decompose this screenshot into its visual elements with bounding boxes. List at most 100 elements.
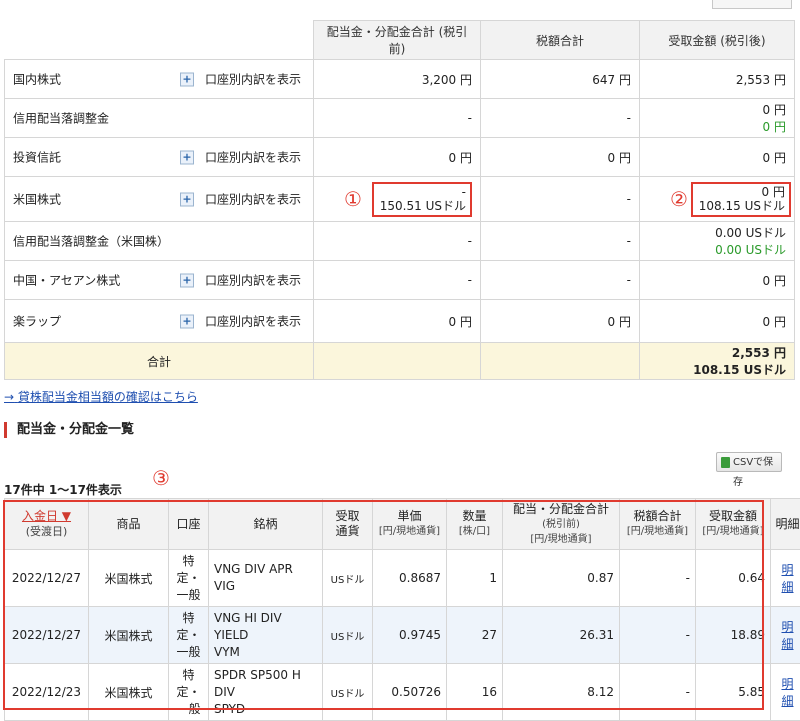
csv-file-icon xyxy=(721,457,730,468)
summary-row-investment-trust: 投資信託 + 口座別内訳を表示 0 円 0 円 0 円 xyxy=(5,138,795,177)
pretax-value: - xyxy=(314,222,481,261)
header-qty-label: 数量 xyxy=(462,509,486,523)
sort-by-date-link[interactable]: 入金日 ▼ xyxy=(22,509,71,523)
net-value: 0.00 USドル xyxy=(648,224,786,241)
row-account: 特 定・ 一般 xyxy=(169,664,209,721)
name-line: VNG DIV APR xyxy=(214,561,317,578)
expand-account-breakdown[interactable]: + 口座別内訳を表示 xyxy=(180,191,301,208)
header-tax-label: 税額合計 xyxy=(633,509,681,523)
pretax-value: 3,200 円 xyxy=(314,60,481,99)
pretax-value: - xyxy=(314,261,481,300)
row-pretax: 8.12 xyxy=(503,664,620,721)
row-product: 米国株式 xyxy=(89,550,169,607)
name-line: DIV xyxy=(214,684,317,701)
row-detail-link[interactable]: 明細 xyxy=(771,664,800,721)
row-detail-link[interactable]: 明細 xyxy=(771,607,800,664)
annotation-marker-2: ② xyxy=(670,189,688,209)
net-value-secondary: 0.00 USドル xyxy=(648,241,786,258)
plus-expand-icon[interactable]: + xyxy=(180,314,194,328)
highlight-box-2: 0 円 108.15 USドル xyxy=(691,182,791,217)
header-tax-sub: [円/現地通貨] xyxy=(623,524,692,539)
tax-value: 647 円 xyxy=(481,60,640,99)
summary-header-blank xyxy=(5,21,314,60)
row-currency: USドル xyxy=(323,550,373,607)
account-line: 特 xyxy=(174,667,203,684)
row-quantity: 16 xyxy=(447,664,503,721)
annotation-marker-1: ① xyxy=(344,189,362,209)
expand-label[interactable]: 口座別内訳を表示 xyxy=(205,191,301,208)
account-line: 一般 xyxy=(174,587,203,604)
expand-label[interactable]: 口座別内訳を表示 xyxy=(205,71,301,88)
expand-account-breakdown[interactable]: + 口座別内訳を表示 xyxy=(180,313,301,330)
tax-value: - xyxy=(481,177,640,222)
row-net: 0.64 xyxy=(696,550,771,607)
summary-header-row: 配当金・分配金合計 (税引前) 税額合計 受取金額 (税引後) xyxy=(5,21,795,60)
name-line: SPDR SP500 H xyxy=(214,667,317,684)
dividend-summary-table: 配当金・分配金合計 (税引前) 税額合計 受取金額 (税引後) 国内株式 + 口… xyxy=(4,20,795,380)
tax-value: - xyxy=(481,261,640,300)
expand-account-breakdown[interactable]: + 口座別内訳を表示 xyxy=(180,149,301,166)
list-row: 2022/12/27 米国株式 特 定・ 一般 VNG DIV APR VIG … xyxy=(5,550,800,607)
row-pretax: 0.87 xyxy=(503,550,620,607)
net-value: 0 円 xyxy=(640,261,795,300)
header-pretax-total: 配当金・分配金合計 (税引前) xyxy=(314,21,481,60)
header-currency: 受取 通貨 xyxy=(323,499,373,550)
expand-label[interactable]: 口座別内訳を表示 xyxy=(205,272,301,289)
header-detail: 明細 xyxy=(771,499,800,550)
summary-row-margin-adjustment: 信用配当落調整金 - - 0 円 0 円 xyxy=(5,99,795,138)
lending-link-text[interactable]: 貸株配当金相当額の確認はこちら xyxy=(18,390,198,404)
plus-expand-icon[interactable]: + xyxy=(180,192,194,206)
top-button-fragment[interactable] xyxy=(712,0,792,9)
header-date[interactable]: 入金日 ▼ (受渡日) xyxy=(5,499,89,550)
header-pretax-sub2: [円/現地通貨] xyxy=(506,532,616,547)
pretax-value: 0 円 xyxy=(314,138,481,177)
account-line: 定・ xyxy=(174,627,203,644)
expand-label[interactable]: 口座別内訳を表示 xyxy=(205,313,301,330)
summary-row-china-asean-stock: 中国・アセアン株式 + 口座別内訳を表示 - - 0 円 xyxy=(5,261,795,300)
expand-label[interactable]: 口座別内訳を表示 xyxy=(205,149,301,166)
row-detail-link[interactable]: 明細 xyxy=(771,550,800,607)
tax-value: 0 円 xyxy=(481,138,640,177)
section-title: 配当金・分配金一覧 xyxy=(4,422,134,438)
header-net-sub: [円/現地通貨] xyxy=(699,524,767,539)
net-value-secondary: 0 円 xyxy=(648,118,786,135)
category-name: 米国株式 xyxy=(13,191,61,208)
summary-row-rakuwrap: 楽ラップ + 口座別内訳を表示 0 円 0 円 0 円 xyxy=(5,300,795,343)
net-value: 0 円 xyxy=(640,138,795,177)
result-count: 17件中 1〜17件表示 xyxy=(4,481,122,498)
highlight-box-1: - 150.51 USドル xyxy=(372,182,472,217)
summary-row-domestic-stock: 国内株式 + 口座別内訳を表示 3,200 円 647 円 2,553 円 xyxy=(5,60,795,99)
row-product: 米国株式 xyxy=(89,607,169,664)
list-row: 2022/12/23 米国株式 特 定・ 一般 SPDR SP500 H DIV… xyxy=(5,664,800,721)
net-value: 0 円 xyxy=(648,101,786,118)
account-line: 定・ xyxy=(174,684,203,701)
plus-expand-icon[interactable]: + xyxy=(180,150,194,164)
total-net-cell: 2,553 円 108.15 USドル xyxy=(640,343,795,380)
total-net-value-usd: 108.15 USドル xyxy=(648,361,786,378)
header-unit-sub: [円/現地通貨] xyxy=(376,524,443,539)
lending-dividend-link[interactable]: → 貸株配当金相当額の確認はこちら xyxy=(4,388,198,405)
tax-value: 0 円 xyxy=(481,300,640,343)
pretax-value: 0 円 xyxy=(314,300,481,343)
plus-expand-icon[interactable]: + xyxy=(180,72,194,86)
row-label: 信用配当落調整金 xyxy=(5,99,314,138)
header-tax: 税額合計 [円/現地通貨] xyxy=(620,499,696,550)
header-unit-label: 単価 xyxy=(397,509,421,523)
row-quantity: 27 xyxy=(447,607,503,664)
row-product: 米国株式 xyxy=(89,664,169,721)
net-value-cell: 0 円 0 円 xyxy=(640,99,795,138)
header-net: 受取金額 [円/現地通貨] xyxy=(696,499,771,550)
header-currency-label: 受取 通貨 xyxy=(335,509,359,538)
summary-total-row: 合計 2,553 円 108.15 USドル xyxy=(5,343,795,380)
row-date: 2022/12/23 xyxy=(5,664,89,721)
csv-button-label[interactable]: CSVで保存 xyxy=(733,457,773,488)
account-line: 定・ xyxy=(174,570,203,587)
row-currency: USドル xyxy=(323,664,373,721)
expand-account-breakdown[interactable]: + 口座別内訳を表示 xyxy=(180,71,301,88)
expand-account-breakdown[interactable]: + 口座別内訳を表示 xyxy=(180,272,301,289)
csv-save-button[interactable]: CSVで保存 xyxy=(716,452,782,472)
row-net: 18.89 xyxy=(696,607,771,664)
tax-value: - xyxy=(481,222,640,261)
row-label: 投資信託 + 口座別内訳を表示 xyxy=(5,138,314,177)
plus-expand-icon[interactable]: + xyxy=(180,273,194,287)
